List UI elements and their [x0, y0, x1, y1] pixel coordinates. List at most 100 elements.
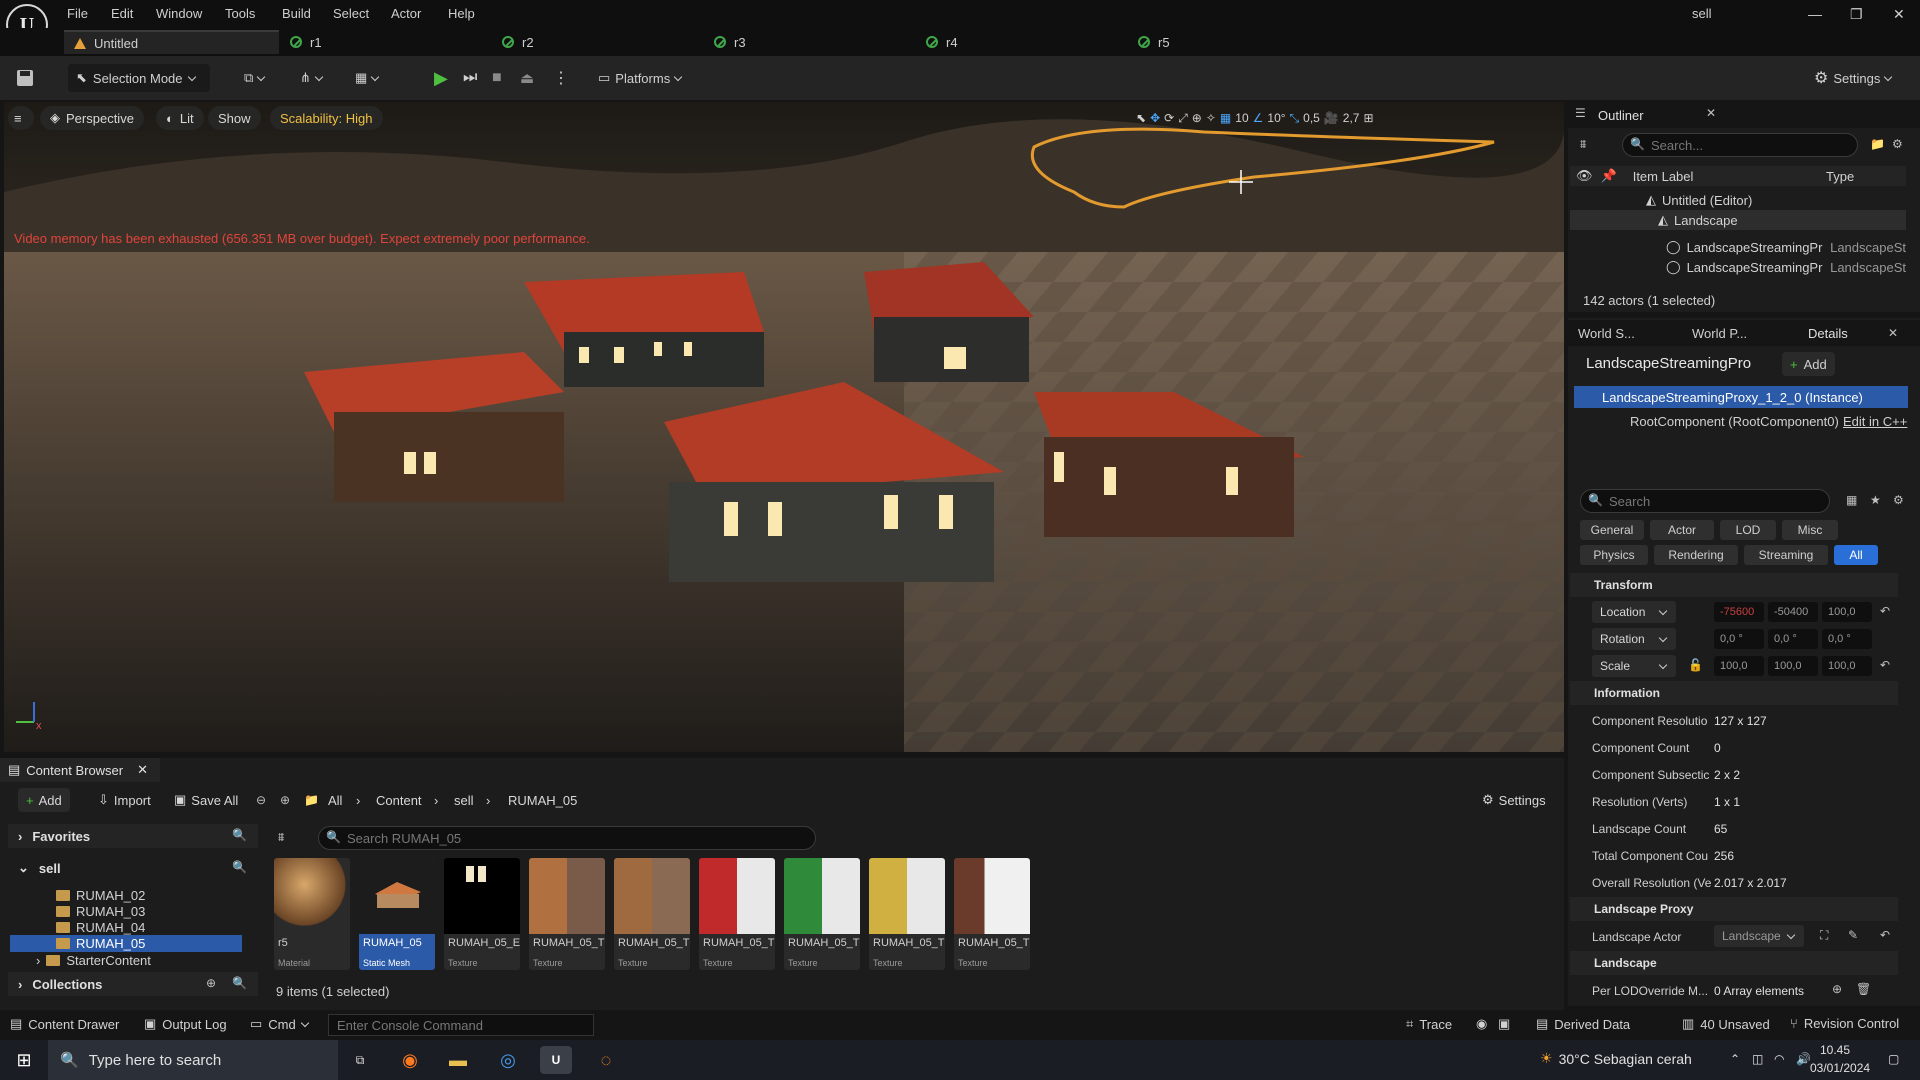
content-drawer-button[interactable]: ▤ Content Drawer [10, 1016, 119, 1032]
tab-untitled[interactable]: Untitled [64, 30, 279, 54]
grid-snap-icon[interactable]: ▦ [1220, 111, 1231, 125]
show-button[interactable]: Show [208, 106, 261, 130]
breadcrumb-all[interactable]: All [328, 793, 342, 808]
menu-help[interactable]: Help [448, 6, 475, 21]
location-x-field[interactable]: -75600 [1714, 602, 1764, 622]
grid-snap-value[interactable]: 10 [1235, 111, 1248, 125]
close-outliner-icon[interactable]: ✕ [1706, 106, 1716, 120]
task-view-icon[interactable]: ⧉ [344, 1046, 376, 1074]
asset-tile[interactable]: RUMAH_05_T04 Texture [784, 858, 860, 970]
notification-icon[interactable]: ▢ [1888, 1052, 1899, 1066]
filter-misc[interactable]: Misc [1782, 520, 1838, 540]
asset-tile[interactable]: RUMAH_05 Static Mesh [359, 858, 435, 970]
reset-icon[interactable]: ↶ [1880, 928, 1890, 942]
platforms-dropdown[interactable]: ▭ Platforms [598, 64, 683, 92]
filter-streaming[interactable]: Streaming [1744, 545, 1828, 565]
tab-r1[interactable]: r1 [280, 30, 322, 54]
table-view-icon[interactable]: ▦ [1846, 493, 1857, 507]
save-all-button[interactable]: ▣ Save All [174, 788, 238, 812]
tab-r4[interactable]: r4 [916, 30, 958, 54]
trash-icon[interactable]: 🗑 [1856, 982, 1871, 996]
tab-world-settings[interactable]: World S... [1578, 326, 1635, 341]
scale-dropdown[interactable]: Scale [1592, 655, 1676, 677]
rotation-y-field[interactable]: 0,0 ° [1768, 629, 1818, 649]
location-dropdown[interactable]: Location [1592, 601, 1676, 623]
selection-mode-dropdown[interactable]: ⬉ Selection Mode [68, 64, 210, 92]
browse-icon[interactable]: ⛶ [1820, 928, 1828, 943]
scalability-badge[interactable]: Scalability: High [270, 106, 383, 130]
layout-icon[interactable]: ⊞ [1363, 111, 1373, 125]
folder-rumah02[interactable]: RUMAH_02 [56, 888, 145, 903]
console-input[interactable]: Enter Console Command [328, 1014, 594, 1036]
instance-row[interactable]: LandscapeStreamingProxy_1_2_0 (Instance) [1574, 386, 1908, 408]
eject-icon[interactable]: ⏏ [520, 64, 534, 92]
chrome-icon[interactable]: ◎ [492, 1046, 524, 1074]
folder-startercontent[interactable]: › StarterContent [36, 953, 151, 968]
viewport-menu-icon[interactable]: ≡ [8, 106, 34, 130]
gear-icon[interactable]: ⚙ [1893, 493, 1904, 507]
cmd-dropdown[interactable]: ▭ Cmd [250, 1016, 309, 1032]
scale-tool-icon[interactable]: ⤢ [1178, 111, 1188, 126]
rotation-z-field[interactable]: 0,0 ° [1822, 629, 1872, 649]
asset-tile[interactable]: RUMAH_05_T02 Texture [614, 858, 690, 970]
select-tool-icon[interactable]: ⬉ [1136, 111, 1146, 125]
list-item[interactable]: ◭ Untitled (Editor) [1570, 190, 1906, 210]
landscape-actor-dropdown[interactable]: Landscape [1714, 925, 1804, 947]
breadcrumb-sell[interactable]: sell [454, 793, 474, 808]
sell-root-folder[interactable]: ⌄ sell [8, 857, 258, 879]
save-icon[interactable] [16, 64, 34, 92]
add-component-button[interactable]: + Add [1782, 352, 1835, 376]
revision-control-button[interactable]: ⑂ Revision Control [1790, 1016, 1899, 1031]
back-icon[interactable]: ⊖ [256, 793, 266, 807]
folder-rumah05[interactable]: RUMAH_05 [10, 935, 242, 952]
edit-in-cpp-link[interactable]: Edit in C++ [1843, 414, 1907, 429]
record-icon[interactable]: ◉ [1476, 1016, 1487, 1032]
search-icon[interactable]: 🔍 [232, 828, 247, 842]
scale-snap-icon[interactable]: ⤡ [1290, 111, 1300, 126]
filter-icon[interactable]: ⩩ [278, 830, 284, 845]
filter-actor[interactable]: Actor [1650, 520, 1714, 540]
firefox-icon[interactable]: ◉ [394, 1046, 426, 1074]
clock-date[interactable]: 03/01/2024 [1810, 1061, 1870, 1075]
weather-widget[interactable]: ☀ 30°C Sebagian cerah [1540, 1050, 1692, 1067]
information-section[interactable]: Information [1570, 681, 1898, 705]
scale-y-field[interactable]: 100,0 [1768, 656, 1818, 676]
lock-icon[interactable]: 🔓 [1688, 658, 1703, 672]
location-y-field[interactable]: -50400 [1768, 602, 1818, 622]
file-explorer-icon[interactable]: ▬ [442, 1046, 474, 1074]
filter-physics[interactable]: Physics [1580, 545, 1648, 565]
collections-header[interactable]: › Collections [8, 972, 258, 996]
scale-z-field[interactable]: 100,0 [1822, 656, 1872, 676]
folder-rumah03[interactable]: RUMAH_03 [56, 904, 145, 919]
derived-data-button[interactable]: ▤ Derived Data [1536, 1016, 1630, 1032]
scale-x-field[interactable]: 100,0 [1714, 656, 1764, 676]
cinematics-icon[interactable]: ▦ [355, 64, 380, 92]
rotation-x-field[interactable]: 0,0 ° [1714, 629, 1764, 649]
filter-all[interactable]: All [1834, 545, 1878, 565]
angle-snap-value[interactable]: 10° [1267, 111, 1285, 125]
camera-icon[interactable]: ▣ [1498, 1016, 1510, 1032]
blueprint-icon[interactable]: ⋔ [300, 64, 324, 92]
add-button[interactable]: + Add [18, 788, 70, 812]
menu-actor[interactable]: Actor [391, 6, 421, 21]
restore-icon[interactable]: ❐ [1850, 6, 1863, 23]
chevron-up-icon[interactable]: ⌃ [1730, 1052, 1740, 1066]
wifi-icon[interactable]: ◠ [1774, 1052, 1784, 1066]
step-icon[interactable]: ⏭ [463, 64, 477, 92]
tab-r5[interactable]: r5 [1128, 30, 1170, 54]
filter-lod[interactable]: LOD [1720, 520, 1776, 540]
taskbar-search[interactable]: 🔍 Type here to search [48, 1040, 338, 1080]
asset-tile[interactable]: r5 Material [274, 858, 350, 970]
asset-tile[interactable]: RUMAH_05_T05 Texture [869, 858, 945, 970]
cb-settings-button[interactable]: ⚙ Settings [1482, 788, 1546, 812]
output-log-button[interactable]: ▣ Output Log [144, 1016, 227, 1032]
lit-button[interactable]: ◐ Lit [156, 106, 204, 130]
filter-icon[interactable]: ⩩ [1580, 137, 1586, 152]
list-item[interactable]: ◯ LandscapeStreamingPr LandscapeSt [1570, 237, 1906, 257]
volume-icon[interactable]: 🔊 [1796, 1052, 1811, 1066]
asset-search-input[interactable]: Search RUMAH_05 [318, 826, 816, 850]
asset-tile[interactable]: RUMAH_05_T06 Texture [954, 858, 1030, 970]
world-space-icon[interactable]: ⊕ [1192, 111, 1202, 125]
list-item[interactable]: ◯ LandscapeStreamingPr LandscapeSt [1570, 257, 1906, 277]
filter-rendering[interactable]: Rendering [1654, 545, 1738, 565]
